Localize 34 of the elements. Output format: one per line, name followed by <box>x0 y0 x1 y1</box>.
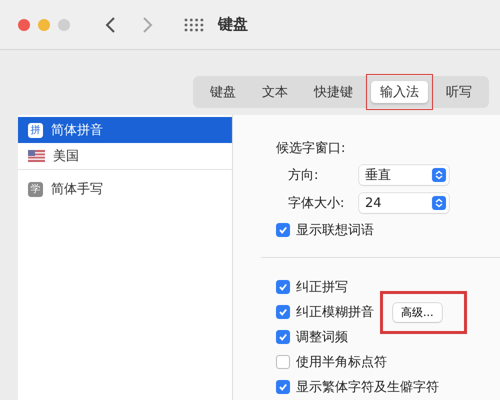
tab[interactable]: 文本 <box>253 81 297 103</box>
checkbox[interactable]: 显示联想词语 <box>276 221 500 239</box>
dropdown[interactable]: 24 <box>359 193 449 213</box>
window-title: 键盘 <box>218 15 248 34</box>
close-window-button[interactable] <box>18 18 30 30</box>
dropdown[interactable]: 垂直 <box>359 165 449 185</box>
checkbox[interactable]: 纠正拼写 <box>276 278 348 296</box>
checkbox[interactable]: 纠正模糊拼音 <box>276 303 374 321</box>
tab[interactable]: 键盘 <box>201 81 245 103</box>
checkbox[interactable]: 使用半角标点符 <box>276 353 387 371</box>
stepper-icon <box>432 168 446 182</box>
checkmark-icon <box>278 225 288 235</box>
checkmark-icon <box>278 382 288 392</box>
advanced-button[interactable]: 高级... <box>393 302 442 322</box>
input-source-icon: 拼 <box>28 122 43 138</box>
section-heading: 候选字窗口: <box>276 140 346 157</box>
grid-icon[interactable] <box>184 18 204 32</box>
input-source-item[interactable]: 拼 简体拼音 <box>18 117 232 143</box>
tab[interactable]: 听写 <box>437 81 481 103</box>
checkbox[interactable]: 显示繁体字符及生僻字符 <box>276 378 439 396</box>
stepper-icon <box>432 196 446 210</box>
field-label: 方向: <box>288 167 320 184</box>
field-label: 字体大小: <box>288 195 346 212</box>
flag-icon <box>28 150 45 162</box>
tab[interactable]: 快捷键 <box>305 81 362 103</box>
input-source-icon: 学 <box>28 182 43 196</box>
minimize-window-button[interactable] <box>38 18 50 30</box>
checkbox[interactable]: 调整词频 <box>276 328 348 346</box>
checkmark-icon <box>278 282 288 292</box>
input-source-item[interactable]: 学 简体手写 <box>18 176 232 202</box>
checkmark-icon <box>278 332 288 342</box>
input-source-item[interactable]: 美国 <box>18 143 232 170</box>
tab[interactable]: 输入法 <box>371 81 428 103</box>
checkmark-icon <box>278 307 288 317</box>
